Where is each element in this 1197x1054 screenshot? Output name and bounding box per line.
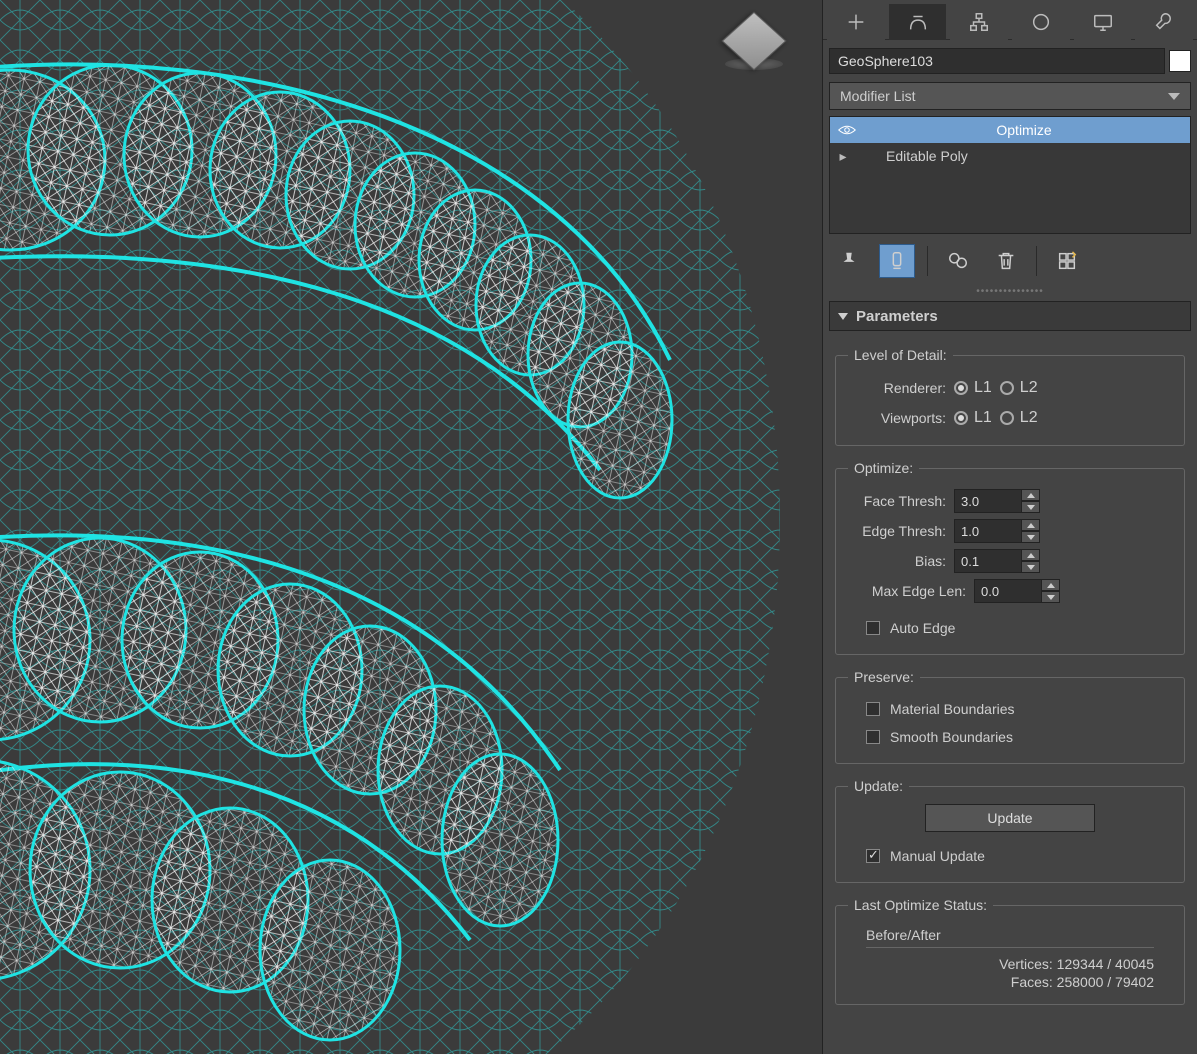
- modifier-list-label: Modifier List: [840, 88, 915, 104]
- preserve-legend: Preserve:: [848, 669, 920, 685]
- group-optimize: Optimize: Face Thresh: Edge Thresh: Bias…: [835, 460, 1185, 655]
- command-panel: Modifier List Optimize ▸ Editable Poly •…: [822, 0, 1197, 1054]
- renderer-l1-radio[interactable]: [954, 381, 968, 395]
- renderer-label: Renderer:: [848, 380, 946, 396]
- tab-display[interactable]: [1074, 4, 1132, 40]
- panel-drag-handle[interactable]: •••••••••••••••: [823, 284, 1197, 301]
- smooth-boundaries-checkbox[interactable]: [866, 730, 880, 744]
- command-panel-tabs: [823, 0, 1197, 40]
- viewports-l1-radio[interactable]: [954, 411, 968, 425]
- stack-item-optimize[interactable]: Optimize: [830, 117, 1190, 143]
- chevron-down-icon: [1168, 93, 1180, 100]
- before-after-label: Before/After: [866, 927, 1172, 943]
- remove-modifier-button[interactable]: [988, 244, 1024, 278]
- show-end-result-button[interactable]: [879, 244, 915, 278]
- viewport-3d[interactable]: [0, 0, 822, 1054]
- optimize-legend: Optimize:: [848, 460, 919, 476]
- chevron-down-icon: [838, 313, 848, 320]
- modifier-stack[interactable]: Optimize ▸ Editable Poly: [829, 116, 1191, 234]
- renderer-l2-radio[interactable]: [1000, 381, 1014, 395]
- viewports-l2-radio[interactable]: [1000, 411, 1014, 425]
- object-name-input[interactable]: [829, 48, 1165, 74]
- tab-modify[interactable]: [889, 4, 947, 40]
- face-thresh-spinner[interactable]: [954, 489, 1040, 513]
- rollout-title: Parameters: [856, 308, 938, 325]
- make-unique-button[interactable]: [940, 244, 976, 278]
- viewports-label: Viewports:: [848, 410, 946, 426]
- modifier-list-dropdown[interactable]: Modifier List: [829, 82, 1191, 110]
- tab-hierarchy[interactable]: [950, 4, 1008, 40]
- status-faces: 258000 / 79402: [1057, 974, 1154, 990]
- stack-item-editable-poly[interactable]: ▸ Editable Poly: [830, 143, 1190, 169]
- object-color-swatch[interactable]: [1169, 50, 1191, 72]
- pin-stack-button[interactable]: [831, 244, 867, 278]
- group-update: Update: Update Manual Update: [835, 778, 1185, 883]
- tab-motion[interactable]: [1012, 4, 1070, 40]
- group-status: Last Optimize Status: Before/After Verti…: [835, 897, 1185, 1005]
- stack-toolbar: [823, 234, 1197, 284]
- eye-icon[interactable]: [836, 120, 858, 140]
- status-legend: Last Optimize Status:: [848, 897, 993, 913]
- lod-legend: Level of Detail:: [848, 347, 953, 363]
- auto-edge-checkbox[interactable]: [866, 621, 880, 635]
- max-edge-spinner[interactable]: [974, 579, 1060, 603]
- tab-create[interactable]: [827, 4, 885, 40]
- update-legend: Update:: [848, 778, 909, 794]
- bias-spinner[interactable]: [954, 549, 1040, 573]
- status-vertices: 129344 / 40045: [1057, 956, 1154, 972]
- update-button[interactable]: Update: [925, 804, 1095, 832]
- configure-sets-button[interactable]: [1049, 244, 1085, 278]
- group-preserve: Preserve: Material Boundaries Smooth Bou…: [835, 669, 1185, 764]
- rollout-parameters-header[interactable]: Parameters: [829, 301, 1191, 331]
- group-level-of-detail: Level of Detail: Renderer: L1 L2 Viewpor…: [835, 347, 1185, 446]
- viewcube[interactable]: [724, 18, 784, 78]
- tab-utilities[interactable]: [1135, 4, 1193, 40]
- expand-icon[interactable]: ▸: [836, 148, 850, 165]
- material-boundaries-checkbox[interactable]: [866, 702, 880, 716]
- edge-thresh-spinner[interactable]: [954, 519, 1040, 543]
- manual-update-checkbox[interactable]: [866, 849, 880, 863]
